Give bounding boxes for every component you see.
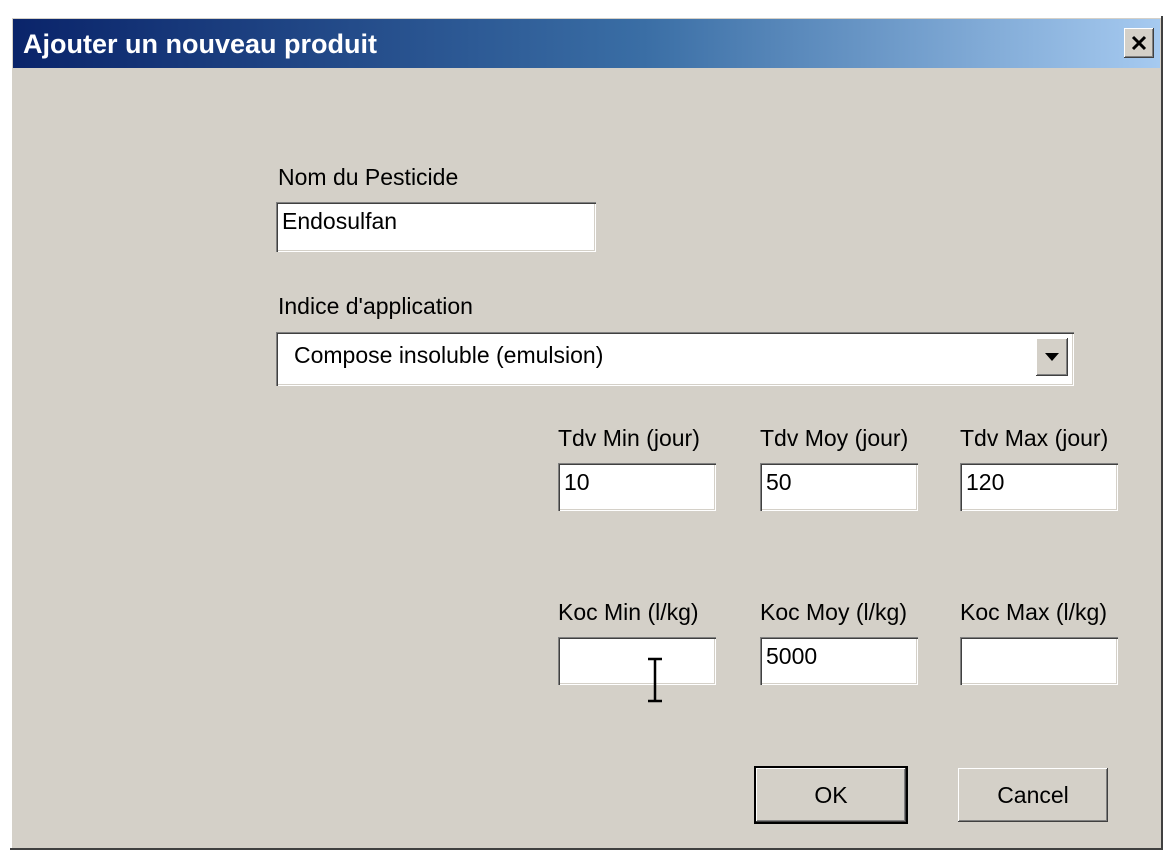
text-cursor-icon [648, 657, 662, 703]
application-index-select[interactable]: Compose insoluble (emulsion) [276, 332, 1074, 386]
koc-min-input[interactable] [558, 637, 716, 685]
tdv-min-label: Tdv Min (jour) [558, 425, 700, 451]
tdv-max-input[interactable]: 120 [960, 463, 1118, 511]
close-icon [1131, 35, 1147, 51]
title-bar[interactable]: Ajouter un nouveau produit [13, 19, 1160, 68]
application-index-label: Indice d'application [278, 293, 473, 319]
koc-moy-label: Koc Moy (l/kg) [760, 599, 907, 625]
tdv-moy-label: Tdv Moy (jour) [760, 425, 909, 451]
close-button[interactable] [1124, 28, 1154, 58]
add-product-dialog: Ajouter un nouveau produit Nom du Pestic… [10, 16, 1163, 850]
koc-moy-input[interactable]: 5000 [760, 637, 918, 685]
dialog-title: Ajouter un nouveau produit [23, 29, 377, 59]
koc-max-input[interactable] [960, 637, 1118, 685]
chevron-down-icon [1045, 353, 1059, 361]
tdv-max-label: Tdv Max (jour) [960, 425, 1109, 451]
application-index-value: Compose insoluble (emulsion) [294, 342, 604, 368]
ok-button[interactable]: OK [754, 766, 908, 824]
dropdown-button[interactable] [1036, 338, 1068, 376]
koc-min-label: Koc Min (l/kg) [558, 599, 699, 625]
koc-max-label: Koc Max (l/kg) [960, 599, 1107, 625]
cancel-button[interactable]: Cancel [958, 768, 1108, 822]
tdv-min-input[interactable]: 10 [558, 463, 716, 511]
tdv-moy-input[interactable]: 50 [760, 463, 918, 511]
pesticide-name-input[interactable]: Endosulfan [276, 202, 596, 252]
pesticide-name-label: Nom du Pesticide [278, 164, 459, 190]
